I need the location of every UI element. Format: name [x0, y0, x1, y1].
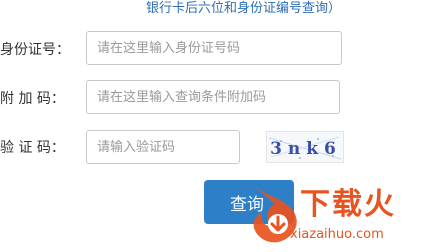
watermark-domain: xiazaihuo.com: [290, 227, 384, 242]
captcha-noise: 3nk6: [268, 136, 342, 160]
top-hint: 银行卡后六位和身份证编号查询）: [146, 1, 342, 16]
extra-code-label: 附 加 码：: [0, 91, 65, 107]
watermark: 下载火 xiazaihuo.com: [244, 178, 427, 252]
captcha-label: 验 证 码：: [0, 140, 65, 156]
captcha-text: 3nk6: [270, 139, 342, 159]
captcha-input[interactable]: [86, 130, 240, 164]
id-number-input[interactable]: [86, 31, 342, 65]
extra-code-input[interactable]: [86, 80, 340, 114]
id-number-label: 身份证号：: [0, 42, 70, 58]
captcha-image[interactable]: 3nk6: [266, 131, 344, 163]
watermark-brand: 下载火: [300, 187, 396, 222]
